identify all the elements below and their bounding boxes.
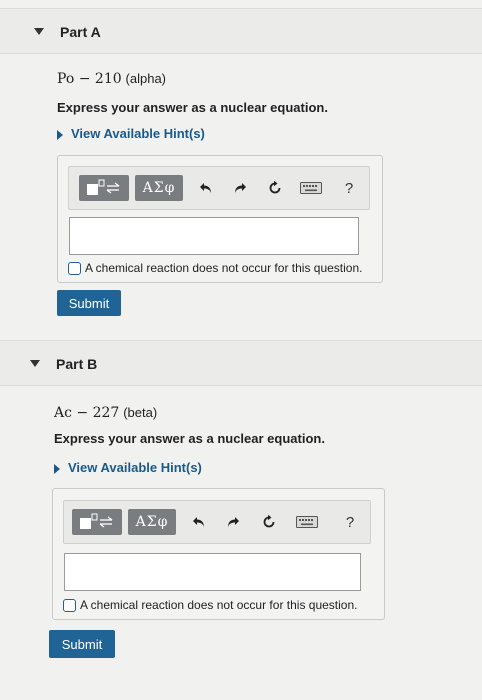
view-hints-link[interactable]: View Available Hint(s) — [57, 126, 205, 141]
undo-button[interactable] — [188, 511, 210, 533]
expand-arrow-icon — [54, 463, 60, 474]
help-label: ? — [345, 513, 355, 531]
expand-arrow-icon — [57, 129, 63, 140]
template-button[interactable] — [79, 175, 129, 201]
instruction-text: Express your answer as a nuclear equatio… — [54, 431, 325, 446]
undo-button[interactable] — [195, 177, 217, 199]
help-button[interactable]: ? — [340, 511, 360, 533]
submit-button[interactable]: Submit — [57, 290, 121, 316]
collapse-caret-icon[interactable] — [30, 360, 40, 367]
answer-input[interactable] — [64, 553, 361, 591]
equation-toolbar: ΑΣφ ? — [68, 166, 370, 210]
part-a-header[interactable]: Part A — [0, 8, 482, 54]
hint-link-label: View Available Hint(s) — [71, 126, 205, 141]
template-icon — [80, 513, 113, 529]
keyboard-icon — [300, 182, 322, 194]
help-button[interactable]: ? — [339, 177, 359, 199]
undo-icon — [193, 517, 204, 527]
keyboard-button[interactable] — [294, 511, 320, 533]
undo-icon — [200, 183, 211, 193]
isotope-label: Po − 210 — [57, 71, 122, 87]
help-label: ? — [344, 179, 354, 197]
problem-statement: Po − 210 (alpha) — [57, 70, 166, 87]
view-hints-link[interactable]: View Available Hint(s) — [54, 460, 202, 475]
equation-toolbar: ΑΣφ ? — [63, 500, 371, 544]
no-reaction-option[interactable]: A chemical reaction does not occur for t… — [68, 261, 362, 275]
answer-input[interactable] — [69, 217, 359, 255]
answer-box: ΑΣφ ? A chemical reaction does not occur… — [52, 488, 385, 620]
collapse-caret-icon[interactable] — [34, 28, 44, 35]
reset-icon — [269, 180, 281, 194]
no-reaction-checkbox[interactable] — [63, 598, 76, 612]
greek-symbols-label: ΑΣφ — [135, 514, 169, 530]
hint-link-label: View Available Hint(s) — [68, 460, 202, 475]
part-b-header[interactable]: Part B — [0, 340, 482, 386]
greek-symbols-label: ΑΣφ — [142, 180, 176, 196]
reset-button[interactable] — [258, 511, 280, 533]
reset-button[interactable] — [264, 177, 286, 199]
no-reaction-option[interactable]: A chemical reaction does not occur for t… — [63, 598, 357, 612]
decay-type: (alpha) — [125, 71, 166, 86]
no-reaction-label: A chemical reaction does not occur for t… — [85, 261, 363, 275]
problem-statement: Ac − 227 (beta) — [54, 404, 157, 421]
reset-icon — [263, 514, 275, 528]
isotope-label: Ac − 227 — [54, 405, 120, 421]
redo-button[interactable] — [229, 177, 251, 199]
instruction-text: Express your answer as a nuclear equatio… — [57, 100, 328, 115]
submit-button[interactable]: Submit — [49, 630, 115, 658]
redo-button[interactable] — [222, 511, 244, 533]
part-title: Part A — [60, 24, 101, 40]
part-title: Part B — [56, 356, 98, 372]
greek-symbols-button[interactable]: ΑΣφ — [135, 175, 183, 201]
keyboard-icon — [296, 516, 318, 528]
decay-type: (beta) — [123, 405, 158, 420]
no-reaction-checkbox[interactable] — [68, 261, 81, 275]
keyboard-button[interactable] — [298, 177, 324, 199]
redo-icon — [228, 517, 239, 527]
redo-icon — [235, 183, 246, 193]
greek-symbols-button[interactable]: ΑΣφ — [128, 509, 176, 535]
template-icon — [87, 179, 120, 195]
template-button[interactable] — [72, 509, 122, 535]
answer-box: ΑΣφ ? A chemical reaction does not occur… — [57, 155, 383, 283]
no-reaction-label: A chemical reaction does not occur for t… — [80, 598, 358, 612]
